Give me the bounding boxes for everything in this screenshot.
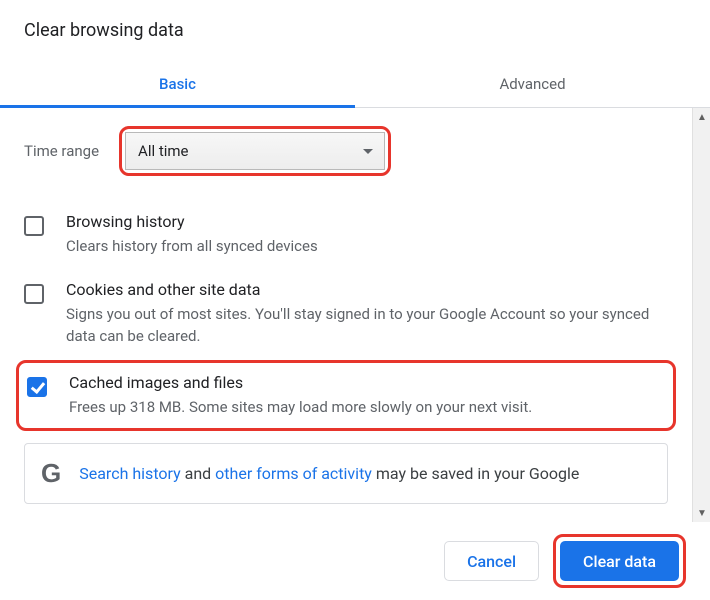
clear-browsing-data-dialog: Clear browsing data Basic Advanced Time …: [0, 0, 710, 600]
option-cached-highlight: Cached images and files Frees up 318 MB.…: [16, 360, 676, 432]
option-cached: Cached images and files Frees up 318 MB.…: [25, 367, 667, 425]
checkbox-browsing-history[interactable]: [24, 216, 44, 236]
google-info-card: G Search history and other forms of acti…: [24, 443, 668, 504]
clear-button-highlight: Clear data: [553, 534, 686, 588]
option-title: Cached images and files: [69, 373, 532, 392]
info-mid: and: [181, 464, 216, 483]
option-cookies: Cookies and other site data Signs you ou…: [24, 270, 668, 360]
time-range-select[interactable]: All time: [125, 132, 385, 170]
tab-advanced[interactable]: Advanced: [355, 59, 710, 107]
scroll-up-icon[interactable]: ▲: [693, 108, 710, 126]
google-icon: G: [41, 458, 61, 489]
option-text: Cookies and other site data Signs you ou…: [66, 280, 668, 348]
link-search-history[interactable]: Search history: [79, 464, 180, 483]
clear-data-button[interactable]: Clear data: [560, 541, 679, 581]
option-text: Cached images and files Frees up 318 MB.…: [69, 373, 532, 419]
tab-advanced-label: Advanced: [499, 75, 565, 93]
tab-bar: Basic Advanced: [0, 59, 710, 108]
option-desc: Frees up 318 MB. Some sites may load mor…: [69, 396, 532, 419]
time-range-label: Time range: [24, 142, 99, 160]
clear-button-label: Clear data: [583, 552, 656, 571]
cancel-button-label: Cancel: [467, 552, 516, 571]
link-other-activity[interactable]: other forms of activity: [215, 464, 372, 483]
tab-basic[interactable]: Basic: [0, 59, 355, 107]
content: Time range All time Browsing history: [0, 108, 692, 522]
option-browsing-history: Browsing history Clears history from all…: [24, 202, 668, 270]
checkbox-cookies[interactable]: [24, 284, 44, 304]
time-range-row: Time range All time: [24, 126, 668, 176]
option-desc: Signs you out of most sites. You'll stay…: [66, 303, 668, 348]
option-title: Cookies and other site data: [66, 280, 668, 299]
scroll-area: Time range All time Browsing history: [0, 108, 710, 522]
scrollbar[interactable]: ▲ ▼: [692, 108, 710, 522]
info-text: Search history and other forms of activi…: [79, 464, 579, 483]
time-range-value: All time: [138, 142, 188, 160]
checkbox-cached[interactable]: [27, 377, 47, 397]
dialog-title: Clear browsing data: [0, 0, 710, 49]
time-range-highlight: All time: [119, 126, 391, 176]
option-title: Browsing history: [66, 212, 318, 231]
info-suffix: may be saved in your Google: [372, 464, 580, 483]
option-desc: Clears history from all synced devices: [66, 235, 318, 258]
cancel-button[interactable]: Cancel: [444, 541, 539, 581]
dialog-footer: Cancel Clear data: [0, 522, 710, 600]
chevron-down-icon: [362, 142, 374, 160]
option-text: Browsing history Clears history from all…: [66, 212, 318, 258]
tab-basic-label: Basic: [159, 75, 196, 93]
scroll-down-icon[interactable]: ▼: [693, 504, 710, 522]
